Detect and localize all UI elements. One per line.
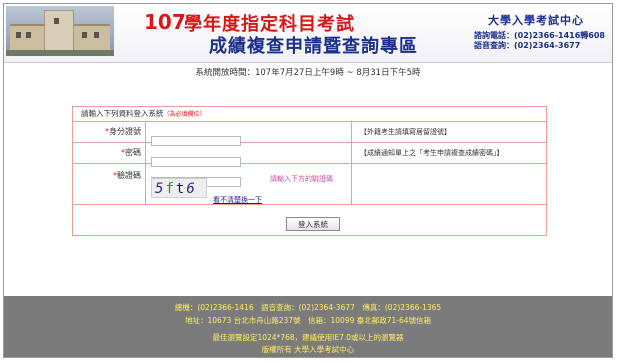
site-footer: 總機：(02)2366-1416 語音查詢：(02)2364-3677 傳真：(…	[4, 296, 612, 357]
footer-copyright: 版權所有 大學入學考試中心	[261, 345, 355, 354]
captcha-char: f	[165, 181, 176, 197]
voice-phone: 語音查詢：(02)2364-3677	[474, 41, 581, 50]
refresh-captcha-link[interactable]: 看不清楚換一下	[213, 195, 262, 205]
footer-contact: 總機：(02)2366-1416 語音查詢：(02)2364-3677 傳真：(…	[174, 303, 442, 312]
login-panel: 請輸入下列資料登入系統（為必填欄位） *身分證號 【外籍考生請填寫居留證號】 *…	[72, 106, 547, 236]
exam-year: 107	[144, 10, 186, 34]
captcha-hint: 請輸入下方的驗證碼	[270, 175, 333, 183]
building-ground	[6, 50, 114, 56]
campus-building-image	[6, 6, 114, 56]
building-window	[94, 32, 99, 38]
captcha-image: 5ft6	[151, 178, 207, 198]
required-note: （為必填欄位）	[163, 111, 206, 118]
captcha-char: 5	[155, 181, 166, 197]
id-hint: 【外籍考生請填寫居留證號】	[351, 122, 451, 142]
service-title: 成績複查申請暨查詢專區	[209, 36, 418, 57]
captcha-label-text: 驗證碼	[117, 171, 141, 180]
id-label-text: 身分證號	[109, 127, 141, 136]
captcha-char: 6	[186, 181, 197, 197]
login-button[interactable]: 登入系統	[286, 217, 340, 231]
captcha-label: *驗證碼	[73, 164, 146, 204]
building-window	[54, 18, 59, 24]
footer-browser-note: 最佳瀏覽設定1024*768，建議使用IE7.0或以上的瀏覽器	[212, 333, 404, 342]
system-open-time: 系統開放時間：107年7月27日上午9時 ~ 8月31日下午5時	[195, 68, 421, 78]
captcha-hint-cell	[351, 164, 360, 204]
building-window	[26, 32, 31, 38]
building-window	[16, 32, 21, 38]
login-panel-heading: 請輸入下列資料登入系統（為必填欄位）	[73, 107, 546, 122]
password-label: *密碼	[73, 143, 146, 163]
login-instruction: 請輸入下列資料登入系統	[81, 109, 164, 118]
building-window	[82, 32, 87, 38]
id-label: *身分證號	[73, 122, 146, 142]
password-label-text: 密碼	[125, 148, 141, 157]
id-row: *身分證號 【外籍考生請填寫居留證號】	[73, 122, 546, 146]
footer-address: 地址：10673 台北市舟山路237號 信箱：10099 臺北郵政71-64號信…	[184, 316, 432, 325]
captcha-char: t	[175, 181, 187, 197]
password-row: *密碼 【成績通知單上之「考生申請複查成績密碼」】	[73, 143, 546, 167]
org-name: 大學入學考試中心	[488, 14, 584, 27]
header-banner: 107 學年度指定科目考試 成績複查申請暨查詢專區 大學入學考試中心 諮詢電話：…	[4, 4, 612, 63]
password-hint: 【成績通知單上之「考生申請複查成績密碼」】	[351, 143, 504, 163]
captcha-row: *驗證碼	[73, 164, 546, 205]
page-frame: 107 學年度指定科目考試 成績複查申請暨查詢專區 大學入學考試中心 諮詢電話：…	[3, 3, 613, 358]
